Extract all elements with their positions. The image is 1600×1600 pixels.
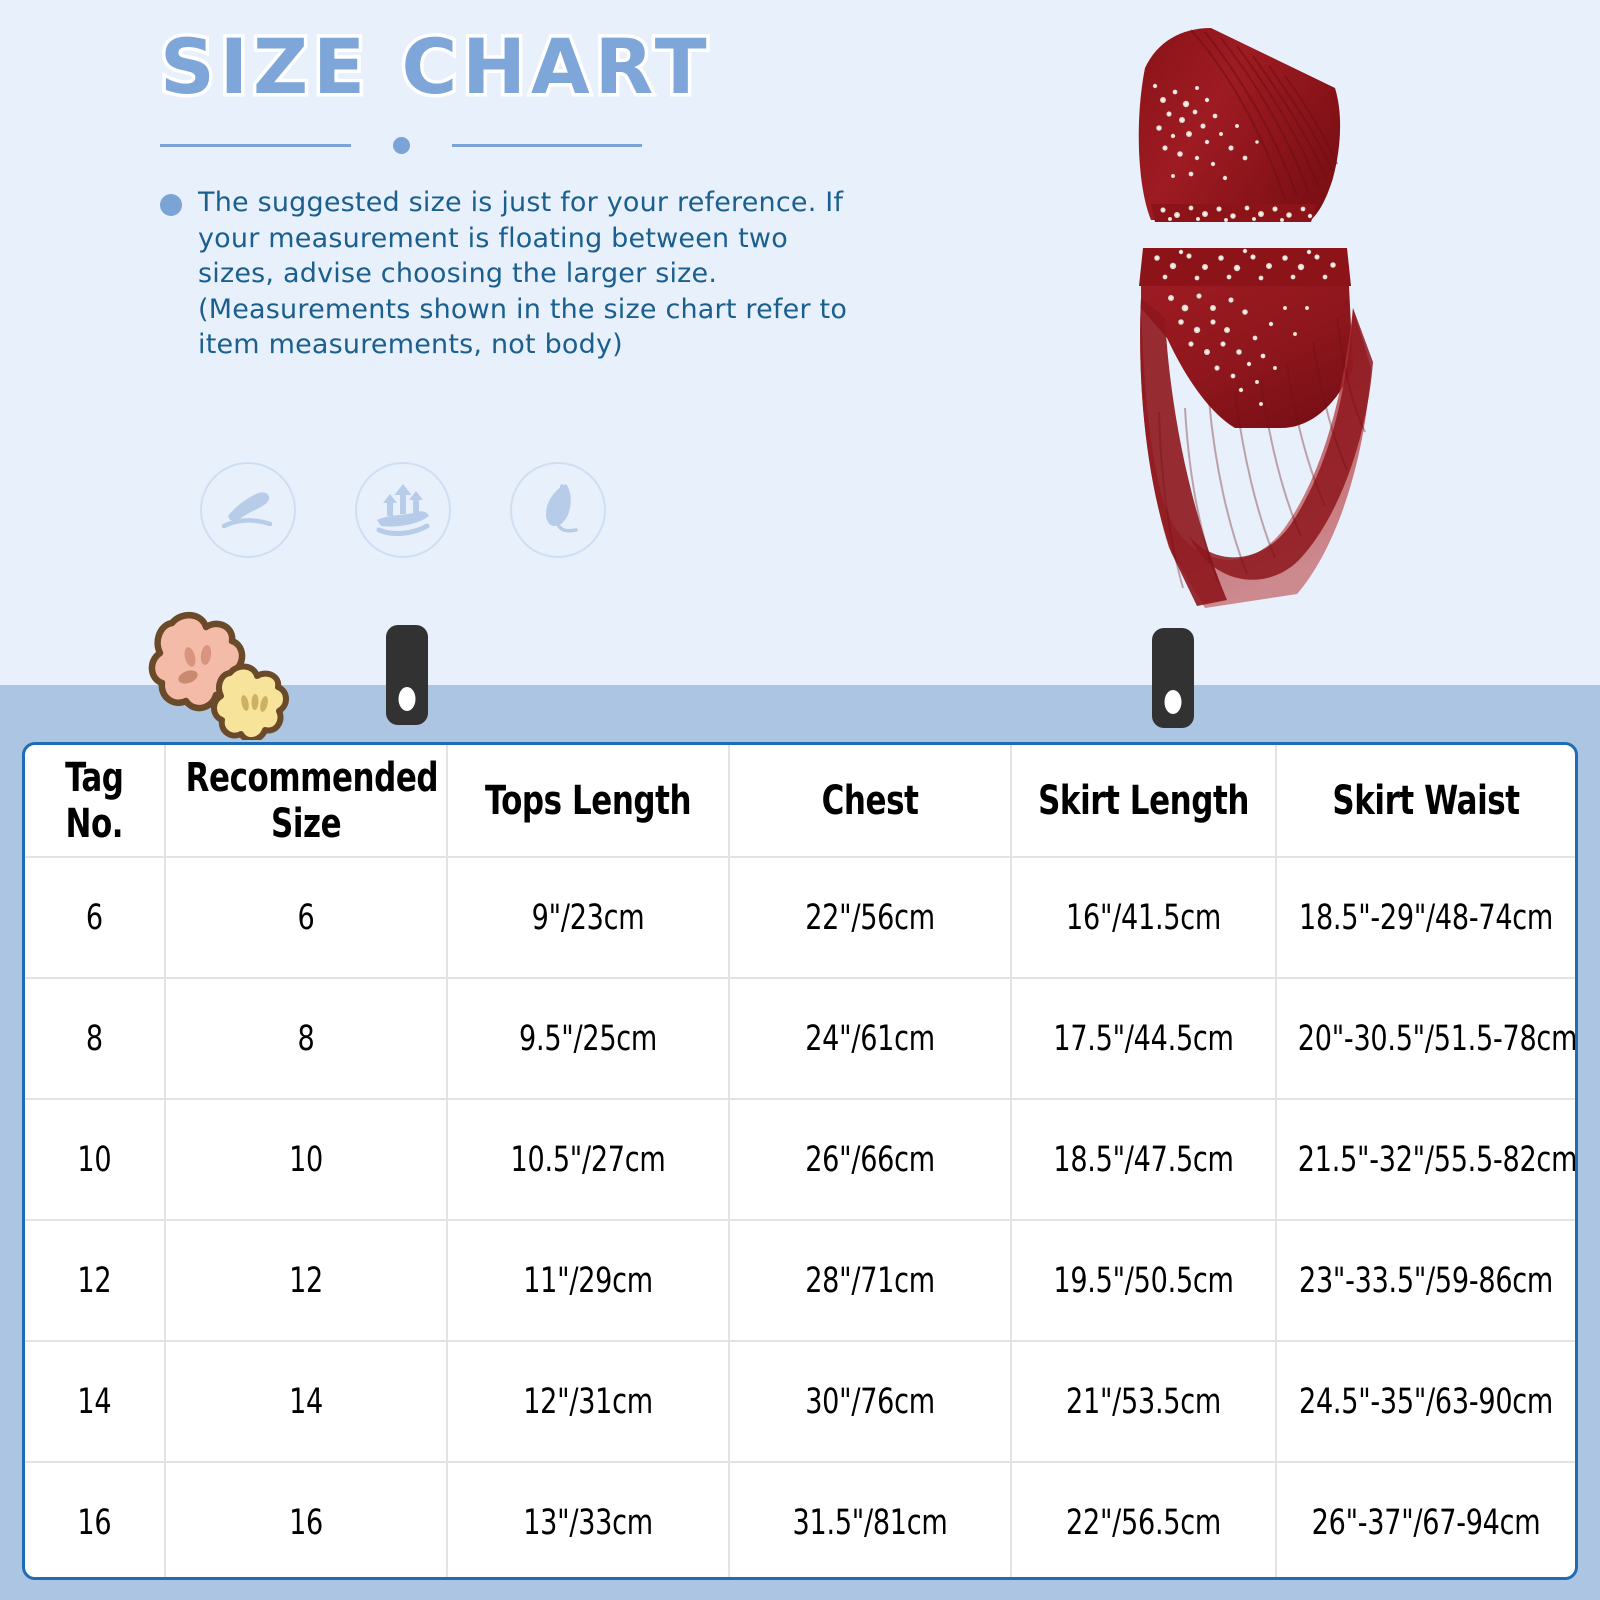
mesh-skirt xyxy=(1139,248,1373,608)
cell-tops-length: 10.5"/27cm xyxy=(466,1099,710,1221)
title-divider xyxy=(160,132,642,158)
cell-tops-length: 13"/33cm xyxy=(466,1462,710,1577)
cell-tag-no: 14 xyxy=(34,1341,156,1463)
cell-chest: 22"/56cm xyxy=(748,857,992,979)
cell-skirt-waist: 26"-37"/67-94cm xyxy=(1311,1503,1541,1543)
size-note-text: The suggested size is just for your refe… xyxy=(198,187,848,360)
cell-skirt-length: 18.5"/47.5cm xyxy=(1029,1099,1259,1221)
cell-skirt-waist: 21.5"-32"/55.5-82cm xyxy=(1296,1099,1575,1221)
cell-skirt-waist: 24.5"-35"/63-90cm xyxy=(1296,1341,1555,1463)
flower-yellow xyxy=(211,663,289,740)
cell-recommended-size: 16 xyxy=(184,1462,428,1577)
cell-chest: 28"/71cm xyxy=(748,1220,992,1342)
cell-chest: 26"/66cm xyxy=(748,1099,992,1221)
divider-line-left xyxy=(160,143,351,147)
crop-top xyxy=(1138,28,1341,222)
size-note: The suggested size is just for your refe… xyxy=(160,185,860,363)
cell-tag-no: 8 xyxy=(34,978,156,1100)
page-title: SIZE CHART xyxy=(157,19,712,115)
lightweight-feather-icon xyxy=(510,462,606,558)
feature-icon-row xyxy=(200,462,606,558)
cell-tops-length: 9"/23cm xyxy=(466,857,710,979)
cell-recommended-size: 12 xyxy=(184,1220,428,1342)
column-header-tops-length: Tops Length xyxy=(466,745,710,858)
size-chart-page: SIZE CHART The suggested size is just fo… xyxy=(0,0,1600,1600)
table-row: 6 6 9"/23cm 22"/56cm 16"/41.5cm 18.5"-29… xyxy=(25,857,1575,979)
hanger-clip-left xyxy=(386,625,428,725)
cell-tag-no: 6 xyxy=(34,857,156,979)
cell-chest: 31.5"/81cm xyxy=(748,1462,992,1577)
cell-tops-length: 12"/31cm xyxy=(466,1341,710,1463)
breathable-icon xyxy=(355,462,451,558)
column-header-tag-no: Tag No. xyxy=(34,745,156,858)
flower-decoration xyxy=(110,605,320,740)
size-chart-table: Tag No. Recommended Size Tops Length Che… xyxy=(25,745,1575,1577)
table-row: 16 16 13"/33cm 31.5"/81cm 22"/56.5cm 26"… xyxy=(25,1462,1575,1577)
cell-tops-length: 9.5"/25cm xyxy=(466,978,710,1100)
column-header-skirt-waist: Skirt Waist xyxy=(1296,745,1555,858)
column-header-skirt-length: Skirt Length xyxy=(1029,745,1259,858)
divider-dot xyxy=(392,136,410,154)
cell-tops-length: 11"/29cm xyxy=(466,1220,710,1342)
size-chart-table-container: Tag No. Recommended Size Tops Length Che… xyxy=(22,742,1578,1580)
cell-recommended-size: 6 xyxy=(184,857,428,979)
cell-skirt-length: 17.5"/44.5cm xyxy=(1029,978,1259,1100)
cell-skirt-waist: 18.5"-29"/48-74cm xyxy=(1296,857,1555,979)
cell-skirt-length: 21"/53.5cm xyxy=(1029,1341,1259,1463)
table-row: 12 12 11"/29cm 28"/71cm 19.5"/50.5cm 23"… xyxy=(25,1220,1575,1342)
soft-touch-hand-icon xyxy=(200,462,296,558)
cell-recommended-size: 14 xyxy=(184,1341,428,1463)
cell-tag-no: 16 xyxy=(34,1462,156,1577)
column-header-recommended-size: Recommended Size xyxy=(184,745,438,858)
table-row: 10 10 10.5"/27cm 26"/66cm 18.5"/47.5cm 2… xyxy=(25,1099,1575,1221)
cell-skirt-waist: 20"-30.5"/51.5-78cm xyxy=(1296,978,1575,1100)
cell-skirt-length: 19.5"/50.5cm xyxy=(1029,1220,1259,1342)
bullet-dot-icon xyxy=(160,194,182,216)
divider-line-right xyxy=(451,143,642,147)
table-row: 14 14 12"/31cm 30"/76cm 21"/53.5cm 24.5"… xyxy=(25,1341,1575,1463)
cell-recommended-size: 10 xyxy=(184,1099,428,1221)
product-image xyxy=(1085,8,1425,648)
cell-skirt-waist: 23"-33.5"/59-86cm xyxy=(1296,1220,1555,1342)
cell-skirt-length: 16"/41.5cm xyxy=(1029,857,1259,979)
table-header-row: Tag No. Recommended Size Tops Length Che… xyxy=(25,745,1575,858)
cell-chest: 24"/61cm xyxy=(748,978,992,1100)
cell-skirt-length: 22"/56.5cm xyxy=(1029,1462,1259,1577)
cell-recommended-size: 8 xyxy=(184,978,428,1100)
table-row: 8 8 9.5"/25cm 24"/61cm 17.5"/44.5cm 20"-… xyxy=(25,978,1575,1100)
column-header-chest: Chest xyxy=(748,745,992,858)
cell-tag-no: 12 xyxy=(34,1220,156,1342)
cell-chest: 30"/76cm xyxy=(748,1341,992,1463)
cell-tag-no: 10 xyxy=(34,1099,156,1221)
